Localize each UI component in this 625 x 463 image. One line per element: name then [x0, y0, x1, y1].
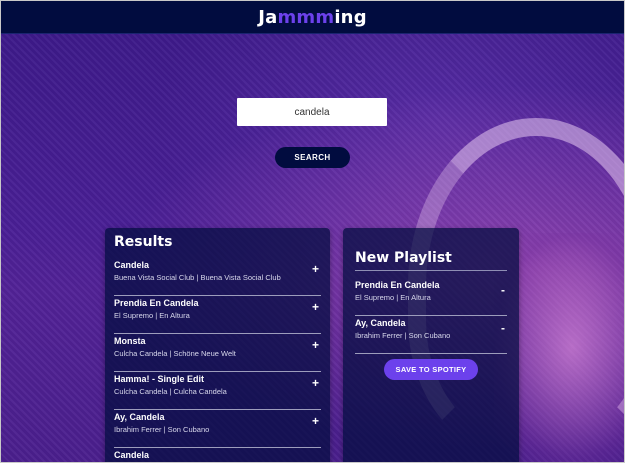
remove-track-button[interactable]: -: [501, 321, 505, 335]
playlist-track: Prendia En Candela El Supremo | En Altur…: [355, 277, 507, 316]
app-frame: Jammming SEARCH Results Candela Buena Vi…: [0, 0, 625, 463]
result-track: Candela: [114, 447, 321, 462]
track-name: Prendia En Candela: [355, 280, 440, 290]
app-logo: Jammming: [258, 7, 367, 28]
track-artist-album: Buena Vista Social Club | Buena Vista So…: [114, 273, 281, 282]
results-panel: Results Candela Buena Vista Social Club …: [105, 228, 330, 462]
track-name: Hamma! - Single Edit: [114, 374, 205, 384]
remove-track-button[interactable]: -: [501, 283, 505, 297]
add-track-button[interactable]: +: [312, 300, 319, 314]
save-to-spotify-button[interactable]: SAVE TO SPOTIFY: [384, 359, 478, 380]
results-title: Results: [114, 234, 173, 250]
result-track: Candela Buena Vista Social Club | Buena …: [114, 257, 321, 296]
search-button[interactable]: SEARCH: [275, 147, 350, 168]
result-track: Monsta Culcha Candela | Schöne Neue Welt…: [114, 333, 321, 372]
track-artist-album: El Supremo | En Altura: [114, 311, 190, 320]
track-name: Candela: [114, 260, 150, 270]
result-track: Ay, Candela Ibrahim Ferrer | Son Cubano …: [114, 409, 321, 448]
logo-part-mid: mmm: [277, 6, 335, 28]
logo-part-start: Ja: [258, 6, 278, 28]
add-track-button[interactable]: +: [312, 262, 319, 276]
track-name: Candela: [114, 450, 150, 460]
track-artist-album: Culcha Candela | Schöne Neue Welt: [114, 349, 236, 358]
result-track: Hamma! - Single Edit Culcha Candela | Cu…: [114, 371, 321, 410]
track-name: Prendia En Candela: [114, 298, 199, 308]
track-artist-album: Ibrahim Ferrer | Son Cubano: [114, 425, 210, 434]
logo-part-end: ing: [334, 6, 367, 28]
top-bar: Jammming: [1, 1, 624, 34]
add-track-button[interactable]: +: [312, 338, 319, 352]
track-artist-album: Ibrahim Ferrer | Son Cubano: [355, 331, 451, 340]
track-name: Ay, Candela: [355, 318, 406, 328]
add-track-button[interactable]: +: [312, 414, 319, 428]
track-name: Ay, Candela: [114, 412, 165, 422]
add-track-button[interactable]: +: [312, 376, 319, 390]
result-track: Prendia En Candela El Supremo | En Altur…: [114, 295, 321, 334]
track-artist-album: Culcha Candela | Culcha Candela: [114, 387, 227, 396]
playlist-name-input[interactable]: [355, 250, 507, 271]
playlist-track: Ay, Candela Ibrahim Ferrer | Son Cubano …: [355, 315, 507, 354]
track-name: Monsta: [114, 336, 146, 346]
track-artist-album: El Supremo | En Altura: [355, 293, 431, 302]
playlist-panel: Prendia En Candela El Supremo | En Altur…: [343, 228, 519, 462]
search-input[interactable]: [237, 98, 387, 126]
